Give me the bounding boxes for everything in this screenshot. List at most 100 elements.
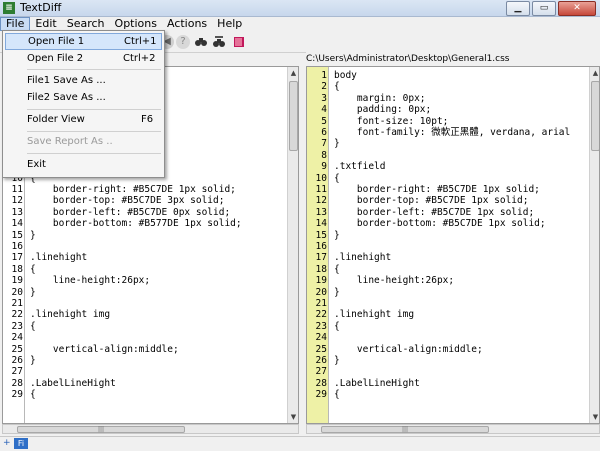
menu-file[interactable]: File (0, 17, 31, 31)
line-number: 24 (315, 332, 327, 344)
menu-item-file1-save-as[interactable]: File1 Save As ... (5, 72, 162, 89)
line-number: 20 (11, 286, 23, 298)
code-line: border-top: #B5C7DE 1px solid; (334, 195, 529, 207)
line-number: 14 (11, 218, 23, 230)
line-number: 16 (11, 241, 23, 252)
menu-item-open-file-1[interactable]: Open File 1 Ctrl+1 (5, 33, 162, 50)
code-line: border-left: #B5C7DE 1px solid; (334, 206, 535, 218)
maximize-button[interactable]: ▭ (532, 1, 556, 16)
line-number: 22 (315, 309, 327, 321)
right-horizontal-scrollbar[interactable]: ||| (306, 424, 600, 434)
code-line: border-bottom: #B5C7DE 1px solid; (334, 218, 546, 230)
line-number: 18 (315, 263, 327, 275)
left-hscroll-thumb[interactable]: ||| (17, 426, 185, 433)
add-icon[interactable]: + (3, 438, 11, 448)
scroll-down-icon[interactable]: ▼ (288, 411, 298, 423)
code-line: .linehight (30, 252, 88, 264)
code-line: padding: 0px; (334, 104, 432, 116)
left-vertical-scrollbar[interactable]: ▲ ▼ (287, 67, 298, 423)
line-number: 20 (315, 286, 327, 298)
menu-item-file2-save-as[interactable]: File2 Save As ... (5, 89, 162, 106)
line-number: 14 (315, 218, 327, 230)
scroll-down-icon[interactable]: ▼ (590, 411, 599, 423)
find-next-icon[interactable] (212, 35, 226, 49)
help-icon[interactable]: ? (176, 35, 190, 49)
code-line: border-left: #B5C7DE 0px solid; (30, 206, 231, 218)
line-number: 25 (11, 343, 23, 355)
line-number: 6 (321, 127, 327, 138)
line-number: 19 (315, 275, 327, 287)
left-horizontal-scrollbar[interactable]: ||| (2, 424, 299, 434)
line-number: 27 (11, 366, 23, 378)
menu-item-exit[interactable]: Exit (5, 156, 162, 173)
code-line: .linehight img (30, 309, 111, 321)
minimize-button[interactable]: ▁ (506, 1, 530, 16)
right-file-path: C:\Users\Administrator\Desktop\General1.… (306, 52, 600, 66)
line-number: 17 (315, 252, 327, 264)
line-number: 2 (321, 81, 327, 93)
code-line: border-bottom: #B577DE 1px solid; (30, 218, 242, 230)
line-number: 26 (11, 355, 23, 366)
find-icon[interactable] (194, 35, 208, 49)
code-line: .txtfield (334, 161, 386, 173)
line-number: 1 (321, 70, 327, 81)
menu-separator (27, 69, 161, 70)
code-line: font-size: 10pt; (334, 115, 449, 127)
menu-help[interactable]: Help (212, 17, 247, 31)
code-line: .linehight img (334, 309, 415, 321)
line-number: 15 (315, 229, 327, 241)
menu-item-label: Open File 2 (27, 53, 84, 64)
close-button[interactable]: ✕ (558, 1, 596, 16)
menu-item-label: Exit (27, 159, 46, 170)
right-scroll-thumb[interactable] (591, 81, 599, 151)
code-line: border-right: #B5C7DE 1px solid; (30, 184, 236, 195)
line-number: 17 (11, 252, 23, 264)
line-number: 15 (11, 229, 23, 241)
menu-item-label: File1 Save As ... (27, 75, 106, 86)
menu-options[interactable]: Options (110, 17, 162, 31)
book-icon[interactable] (232, 35, 246, 49)
status-left-label[interactable]: Fi (14, 438, 28, 449)
menu-item-open-file-2[interactable]: Open File 2 Ctrl+2 (5, 50, 162, 67)
line-number: 12 (11, 195, 23, 207)
code-line: font-family: 微軟正黑體, verdana, arial (334, 127, 571, 138)
scroll-up-icon[interactable]: ▲ (288, 67, 298, 79)
menu-item-label: Save Report As .. (27, 136, 113, 147)
scroll-up-icon[interactable]: ▲ (590, 67, 599, 79)
code-line: vertical-align:middle; (30, 343, 179, 355)
code-line: body (334, 70, 357, 81)
code-line: } (334, 138, 340, 150)
left-scroll-thumb[interactable] (289, 81, 298, 151)
code-line: border-right: #B5C7DE 1px solid; (334, 184, 540, 195)
line-number: 7 (321, 138, 327, 150)
menu-edit[interactable]: Edit (30, 17, 61, 31)
line-number: 13 (11, 206, 23, 218)
line-number: 23 (315, 320, 327, 332)
menu-separator (27, 131, 161, 132)
menu-item-folder-view[interactable]: Folder View F6 (5, 111, 162, 128)
window-controls: ▁ ▭ ✕ (506, 1, 596, 16)
code-line: } (334, 229, 340, 241)
code-line: .LabelLineHight (334, 377, 420, 389)
menu-search[interactable]: Search (62, 17, 110, 31)
code-line: border-top: #B5C7DE 3px solid; (30, 195, 225, 207)
right-editor-pane[interactable]: 1 body 2 {3 margin: 0px; 4 padding: 0px; 5 fo… (306, 66, 600, 424)
line-number: 25 (315, 343, 327, 355)
title-bar: ≡ TextDiff ▁ ▭ ✕ (0, 0, 600, 17)
line-number: 28 (315, 377, 327, 389)
window-title: TextDiff (20, 1, 62, 14)
menu-bar: File Edit Search Options Actions Help (0, 17, 600, 31)
textdiff-app-icon: ≡ (3, 2, 15, 14)
right-vertical-scrollbar[interactable]: ▲ ▼ (589, 67, 599, 423)
line-number: 27 (315, 366, 327, 378)
menu-separator (27, 153, 161, 154)
code-line: { (334, 389, 340, 401)
right-hscroll-thumb[interactable]: ||| (321, 426, 489, 433)
line-number: 9 (321, 161, 327, 173)
code-line: { (334, 320, 340, 332)
line-number: 22 (11, 309, 23, 321)
code-line: margin: 0px; (334, 92, 426, 104)
menu-actions[interactable]: Actions (162, 17, 212, 31)
menu-item-shortcut: Ctrl+1 (124, 36, 157, 47)
code-line: { (334, 172, 340, 184)
